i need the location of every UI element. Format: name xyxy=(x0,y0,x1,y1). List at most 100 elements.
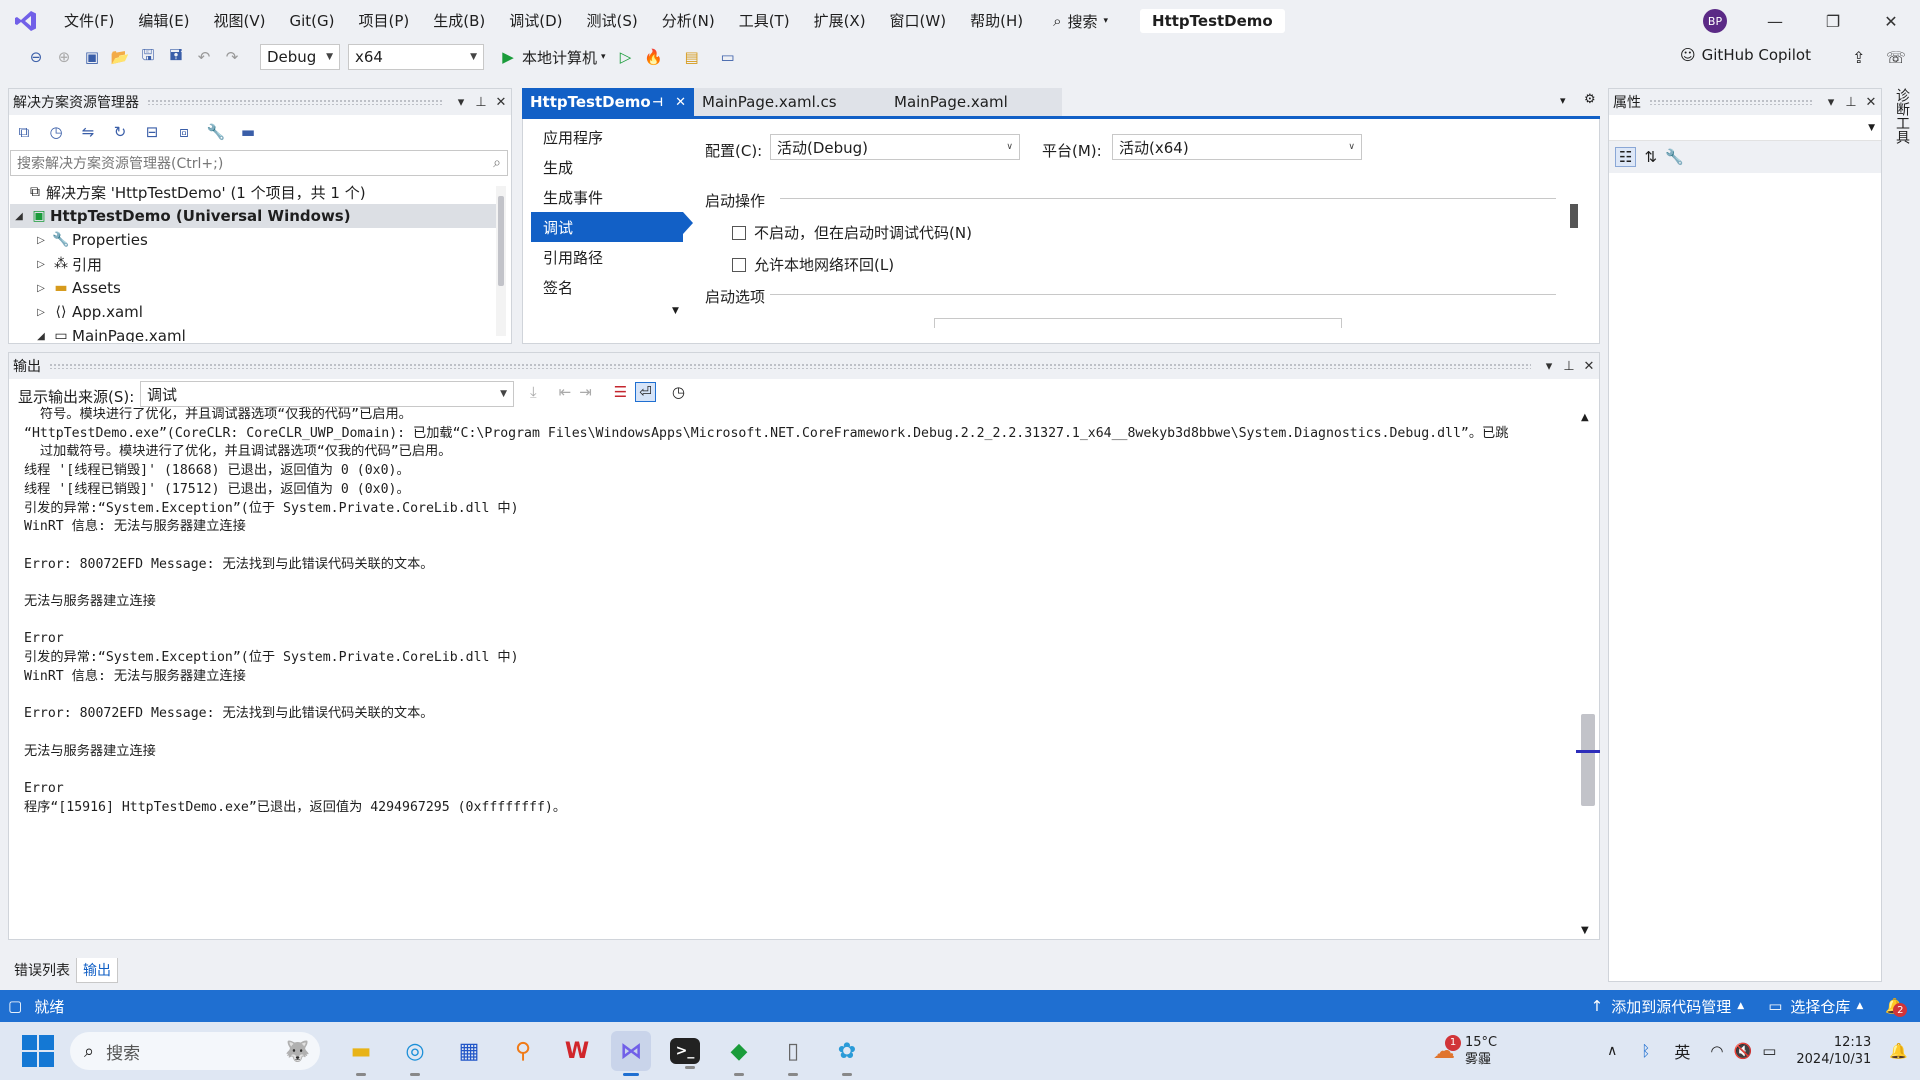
chevron-up-icon[interactable]: ▲ xyxy=(1737,1001,1744,1011)
show-all-files-icon[interactable]: ⧈ xyxy=(172,120,196,144)
history-icon[interactable]: ◷ xyxy=(44,120,68,144)
tree-item[interactable]: ▷ ▬ Assets xyxy=(10,276,496,300)
panel-grip[interactable] xyxy=(1649,99,1813,105)
panel-grip[interactable] xyxy=(49,363,1531,369)
windows-start-icon[interactable] xyxy=(22,1035,54,1067)
forward-arrow-icon[interactable]: ⊕ xyxy=(52,45,76,69)
output-source-select[interactable]: 调试 ▼ xyxy=(140,381,514,407)
scroll-thumb[interactable] xyxy=(1581,714,1595,806)
close-icon[interactable]: ✕ xyxy=(675,95,686,110)
run-target-label[interactable]: 本地计算机 xyxy=(522,47,597,68)
expand-icon[interactable]: ▷ xyxy=(32,283,50,294)
menu-item[interactable]: 视图(V) xyxy=(202,0,278,42)
taskbar-search[interactable]: ⌕ 搜索 🐺 xyxy=(70,1032,320,1070)
config-select[interactable]: 活动(Debug) ∨ xyxy=(770,134,1020,160)
dropdown-icon[interactable]: ▾ xyxy=(1821,95,1841,110)
paint-icon[interactable]: ✿ xyxy=(827,1031,867,1076)
bluetooth-icon[interactable]: ᛒ xyxy=(1641,1042,1650,1060)
chevron-up-icon[interactable]: ∧ xyxy=(1607,1043,1617,1059)
menu-item[interactable]: 分析(N) xyxy=(650,0,727,42)
config-combo[interactable]: Debug ▼ xyxy=(260,44,340,70)
nav-item[interactable]: 签名 xyxy=(531,272,683,302)
tree-item[interactable]: ▷ ⁂ 引用 xyxy=(10,252,496,276)
menu-item[interactable]: 编辑(E) xyxy=(126,0,201,42)
chevron-down-icon[interactable]: ▾ xyxy=(601,52,606,62)
file-explorer-icon[interactable]: ▬ xyxy=(341,1031,381,1076)
minimize-button[interactable]: — xyxy=(1746,0,1804,42)
clock[interactable]: 12:13 2024/10/31 xyxy=(1796,1034,1871,1068)
menu-item[interactable]: 扩展(X) xyxy=(802,0,878,42)
doc-tab[interactable]: MainPage.xaml xyxy=(874,88,1062,116)
undo-icon[interactable]: ↶ xyxy=(192,45,216,69)
menu-item[interactable]: 生成(B) xyxy=(421,0,497,42)
close-icon[interactable]: ✕ xyxy=(1579,359,1599,374)
property-pages-icon[interactable]: 🔧 xyxy=(1665,148,1684,166)
solution-explorer-search[interactable]: 搜索解决方案资源管理器(Ctrl+;) ⌕ xyxy=(10,150,508,176)
clear-all-icon[interactable]: ☰ xyxy=(614,383,627,401)
menu-item[interactable]: 工具(T) xyxy=(727,0,802,42)
previous-message-icon[interactable]: ⇤ xyxy=(559,383,572,401)
object-selector[interactable]: ▼ xyxy=(1609,115,1881,141)
output-scrollbar[interactable]: ▲ ▼ xyxy=(1576,412,1600,936)
notifications-bell-icon[interactable]: 🔔2 xyxy=(1885,997,1908,1017)
wps-icon[interactable]: W xyxy=(557,1031,597,1071)
properties-wrench-icon[interactable]: 🔧 xyxy=(204,120,228,144)
tree-item[interactable]: ▷ 🔧 Properties xyxy=(10,228,496,252)
diagnostic-tools-side-tab[interactable]: 诊断工具 xyxy=(1886,88,1912,168)
open-folder-icon[interactable]: 📂 xyxy=(108,45,132,69)
panel-grip[interactable] xyxy=(147,99,443,105)
pin-icon[interactable]: ⊥ xyxy=(1559,359,1579,374)
nav-item[interactable]: 生成事件 xyxy=(531,182,683,212)
checkbox[interactable] xyxy=(732,257,746,272)
search-button[interactable]: ⌕ 搜索 ▾ xyxy=(1043,11,1118,32)
ime-indicator[interactable]: 英 xyxy=(1674,1039,1690,1063)
collapse-icon[interactable]: ◢ xyxy=(32,331,50,342)
select-repo-button[interactable]: 选择仓库 xyxy=(1790,996,1850,1017)
new-project-icon[interactable]: ▣ xyxy=(80,45,104,69)
folder-icon[interactable]: ▤ xyxy=(680,45,704,69)
avatar[interactable]: BP xyxy=(1703,9,1727,33)
pin-icon[interactable]: ⊥ xyxy=(471,95,491,110)
go-to-line-icon[interactable]: ⤓ xyxy=(530,383,537,401)
restore-button[interactable]: ❐ xyxy=(1804,0,1862,42)
doc-tab[interactable]: MainPage.xaml.cs xyxy=(694,88,874,116)
menu-item[interactable]: 测试(S) xyxy=(575,0,650,42)
refresh-icon[interactable]: ↻ xyxy=(108,120,132,144)
menu-item[interactable]: 调试(D) xyxy=(497,0,574,42)
feedback-icon[interactable]: ☏ xyxy=(1886,48,1906,67)
word-wrap-icon[interactable]: ⏎ xyxy=(635,382,656,402)
add-to-source-control-button[interactable]: 添加到源代码管理 xyxy=(1611,996,1731,1017)
platform-select[interactable]: 活动(x64) ∨ xyxy=(1112,134,1362,160)
menu-item[interactable]: 窗口(W) xyxy=(878,0,959,42)
close-icon[interactable]: ✕ xyxy=(1861,95,1881,110)
property-scroll-thumb[interactable] xyxy=(1570,204,1578,228)
notification-bell-icon[interactable]: 🔔 xyxy=(1889,1042,1908,1060)
tab-output[interactable]: 输出 xyxy=(76,958,118,983)
wifi-icon[interactable]: ◠ xyxy=(1710,1042,1723,1060)
settings-gear-icon[interactable]: ⚙ xyxy=(1584,92,1596,107)
menu-item[interactable]: 帮助(H) xyxy=(958,0,1035,42)
nav-item[interactable]: 应用程序 xyxy=(531,122,683,152)
chevron-up-icon[interactable]: ▲ xyxy=(1856,1001,1863,1011)
tab-error-list[interactable]: 错误列表 xyxy=(8,958,76,983)
option-loopback[interactable]: 允许本地网络环回(L) xyxy=(732,254,894,275)
dropdown-icon[interactable]: ▾ xyxy=(451,95,471,110)
next-message-icon[interactable]: ⇥ xyxy=(579,383,592,401)
visual-studio-taskbar-icon[interactable]: ⋈ xyxy=(611,1031,651,1076)
expand-icon[interactable]: ▷ xyxy=(32,235,50,246)
nav-item[interactable]: 引用路径 xyxy=(531,242,683,272)
alphabetical-icon[interactable]: ⇅ xyxy=(1644,148,1657,166)
collapse-icon[interactable]: ◢ xyxy=(10,211,28,222)
categorized-icon[interactable]: ☷ xyxy=(1615,147,1637,167)
expand-icon[interactable]: ▷ xyxy=(32,307,50,318)
output-text[interactable]: 符号。模块进行了优化，并且调试器选项“仅我的代码”已启用。 “HttpTestDe… xyxy=(24,406,1570,936)
tree-solution-row[interactable]: ⧉ 解决方案 'HttpTestDemo' (1 个项目，共 1 个) xyxy=(10,180,496,204)
checkbox[interactable] xyxy=(732,225,746,240)
scroll-up-icon[interactable]: ▲ xyxy=(1581,412,1589,423)
redo-icon[interactable]: ↷ xyxy=(220,45,244,69)
expand-icon[interactable]: ▷ xyxy=(32,259,50,270)
collapse-all-icon[interactable]: ⊟ xyxy=(140,120,164,144)
volume-muted-icon[interactable]: 🔇 xyxy=(1734,1042,1753,1060)
search-app-icon[interactable]: ⚲ xyxy=(503,1031,543,1071)
start-without-debugging-icon[interactable]: ▷ xyxy=(614,45,638,69)
